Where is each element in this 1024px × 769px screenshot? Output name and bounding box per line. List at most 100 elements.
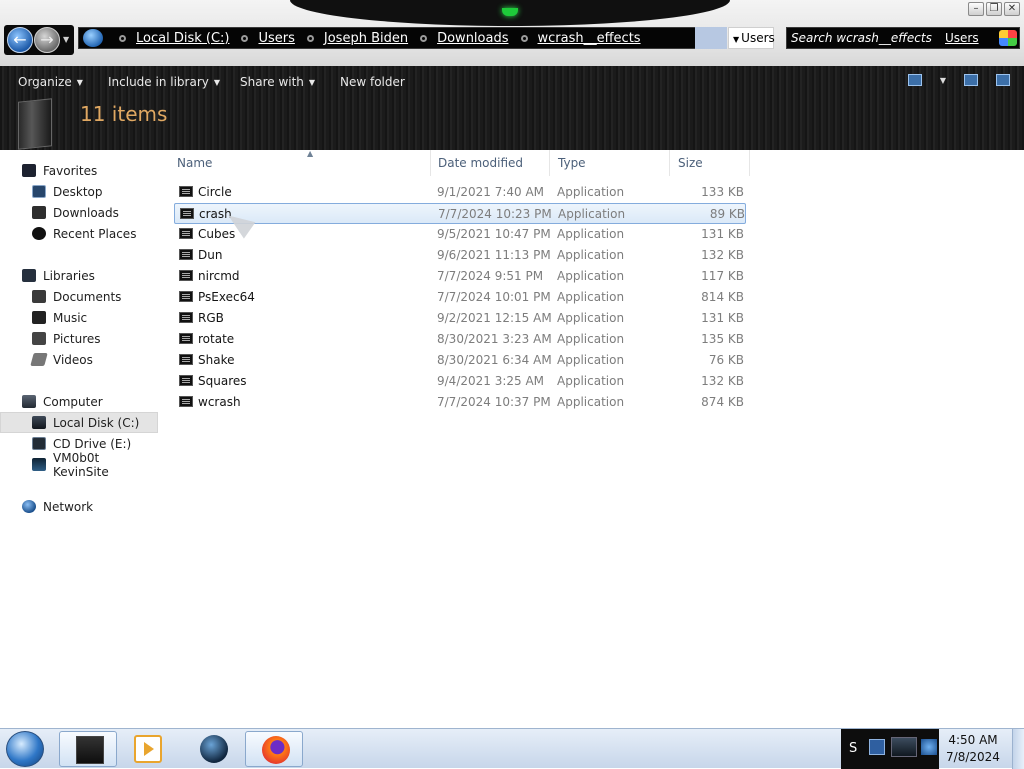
column-header-name[interactable]: Name ▲ xyxy=(169,150,431,176)
application-icon xyxy=(179,228,193,239)
application-icon xyxy=(179,312,193,323)
command-bar: Organize ▼ Include in library ▼ Share with… xyxy=(0,66,1024,150)
volume-icon[interactable] xyxy=(921,739,937,755)
nav-local-disk[interactable]: Local Disk (C:) xyxy=(0,412,158,433)
nav-recent-places[interactable]: Recent Places xyxy=(0,223,158,244)
application-icon xyxy=(179,396,193,407)
nav-videos[interactable]: Videos xyxy=(0,349,158,370)
show-desktop-button[interactable] xyxy=(1012,729,1024,769)
breadcrumb-users[interactable]: Users xyxy=(229,31,295,46)
taskbar: S 4:50 AM 7/8/2024 xyxy=(0,728,1024,769)
address-bar[interactable]: Local Disk (C:) Users Joseph Biden Downl… xyxy=(78,27,696,49)
nav-computer[interactable]: Computer xyxy=(0,391,158,412)
libraries-icon xyxy=(22,269,36,282)
file-row-rgb[interactable]: RGB 9/2/2021 12:15 AM Application 131 KB xyxy=(174,308,746,329)
explorer-window: – ❐ ✕ ← → ▼ Local Disk (C:) Users Joseph… xyxy=(0,0,1024,728)
column-header-type[interactable]: Type xyxy=(550,150,670,176)
clock[interactable]: 4:50 AM 7/8/2024 xyxy=(941,732,1005,766)
file-row-cubes[interactable]: Cubes 9/5/2021 10:47 PM Application 131 KB xyxy=(174,224,746,245)
preview-pane-icon[interactable] xyxy=(964,74,978,86)
nav-favorites[interactable]: Favorites xyxy=(0,160,158,181)
globe-icon xyxy=(200,735,228,763)
nav-desktop[interactable]: Desktop xyxy=(0,181,158,202)
file-row-wcrash[interactable]: wcrash 7/7/2024 10:37 PM Application 874 KB xyxy=(174,392,746,413)
window-controls: – ❐ ✕ xyxy=(968,2,1020,16)
media-player-icon xyxy=(134,735,162,763)
address-dropdown[interactable]: ▼ Users xyxy=(728,27,775,49)
navigation-buttons: ← → ▼ xyxy=(4,25,74,55)
application-icon xyxy=(179,354,193,365)
nav-network[interactable]: Network xyxy=(0,496,158,517)
file-row-psexec64[interactable]: PsExec64 7/7/2024 10:01 PM Application 814 … xyxy=(174,287,746,308)
nav-music[interactable]: Music xyxy=(0,307,158,328)
recent-pages-dropdown[interactable]: ▼ xyxy=(63,35,69,44)
taskbar-explorer[interactable] xyxy=(59,731,117,767)
file-row-crash[interactable]: crash 7/7/2024 10:23 PM Application 89 KB xyxy=(174,203,746,224)
breadcrumb-separator[interactable] xyxy=(306,34,314,42)
column-header-date[interactable]: Date modified xyxy=(430,150,550,176)
forward-button[interactable]: → xyxy=(34,27,60,53)
help-icon[interactable] xyxy=(996,74,1010,86)
network-tray-icon[interactable] xyxy=(891,737,917,757)
file-row-dun[interactable]: Dun 9/6/2021 11:13 PM Application 132 KB xyxy=(174,245,746,266)
status-led xyxy=(502,8,518,16)
organize-button[interactable]: Organize ▼ xyxy=(18,75,83,89)
nav-downloads[interactable]: Downloads xyxy=(0,202,158,223)
search-input[interactable]: Search wcrash__effects Users xyxy=(786,27,1020,49)
close-button[interactable]: ✕ xyxy=(1004,2,1020,16)
include-in-library-button[interactable]: Include in library ▼ xyxy=(108,75,220,89)
breadcrumb-wcrash-effects[interactable]: wcrash__effects xyxy=(509,31,641,46)
file-row-nircmd[interactable]: nircmd 7/7/2024 9:51 PM Application 117 KB xyxy=(174,266,746,287)
view-buttons: ▼ xyxy=(907,74,1010,86)
action-center-icon[interactable] xyxy=(869,739,885,755)
breadcrumb-joseph-biden[interactable]: Joseph Biden xyxy=(295,31,408,46)
file-row-circle[interactable]: Circle 9/1/2021 7:40 AM Application 133 KB xyxy=(174,182,746,203)
nav-network-drive[interactable]: VM0b0t KevinSite xyxy=(0,451,158,479)
back-button[interactable]: ← xyxy=(7,27,33,53)
search-overlay-text: Users xyxy=(945,31,979,45)
pictures-icon xyxy=(32,332,46,345)
search-icon[interactable] xyxy=(999,30,1017,46)
taskbar-media-player[interactable] xyxy=(118,731,176,767)
file-row-rotate[interactable]: rotate 8/30/2021 3:23 AM Application 135 KB xyxy=(174,329,746,350)
file-row-shake[interactable]: Shake 8/30/2021 6:34 AM Application 76 KB xyxy=(174,350,746,371)
network-icon xyxy=(22,500,36,513)
desktop-icon xyxy=(32,185,46,198)
nav-libraries[interactable]: Libraries xyxy=(0,265,158,286)
videos-icon xyxy=(30,353,48,366)
firefox-icon xyxy=(262,736,290,764)
sort-ascending-icon: ▲ xyxy=(307,149,314,158)
taskbar-firefox[interactable] xyxy=(245,731,303,767)
column-header-size[interactable]: Size xyxy=(670,150,750,176)
nav-documents[interactable]: Documents xyxy=(0,286,158,307)
favorites-icon xyxy=(22,164,36,177)
file-row-squares[interactable]: Squares 9/4/2021 3:25 AM Application 132 KB xyxy=(174,371,746,392)
maximize-button[interactable]: ❐ xyxy=(986,2,1002,16)
music-icon xyxy=(32,311,46,324)
view-options-dropdown[interactable]: ▼ xyxy=(940,76,946,85)
change-view-icon[interactable] xyxy=(907,74,922,86)
application-icon xyxy=(180,208,194,219)
clock-date: 7/8/2024 xyxy=(946,750,1000,764)
chevron-down-icon: ▼ xyxy=(76,77,83,87)
recent-places-icon xyxy=(32,227,46,240)
system-tray: S 4:50 AM 7/8/2024 xyxy=(841,729,1024,769)
minimize-button[interactable]: – xyxy=(968,2,984,16)
taskbar-browser[interactable] xyxy=(184,731,242,767)
tray-label: S xyxy=(849,741,858,756)
new-folder-button[interactable]: New folder xyxy=(340,75,405,89)
share-with-button[interactable]: Share with ▼ xyxy=(240,75,315,89)
breadcrumb-separator[interactable] xyxy=(420,34,428,42)
breadcrumb-local-disk[interactable]: Local Disk (C:) xyxy=(107,31,229,46)
computer-icon xyxy=(22,395,36,408)
nav-pictures[interactable]: Pictures xyxy=(0,328,158,349)
breadcrumb-downloads[interactable]: Downloads xyxy=(408,31,509,46)
application-icon xyxy=(179,375,193,386)
breadcrumb-separator[interactable] xyxy=(520,34,528,42)
address-bar-spacer[interactable] xyxy=(695,27,727,49)
start-button[interactable] xyxy=(6,731,44,767)
breadcrumb-separator[interactable] xyxy=(241,34,249,42)
hard-disk-icon xyxy=(32,416,46,429)
title-bar: – ❐ ✕ ← → ▼ Local Disk (C:) Users Joseph… xyxy=(0,0,1024,66)
breadcrumb-separator[interactable] xyxy=(119,34,126,42)
